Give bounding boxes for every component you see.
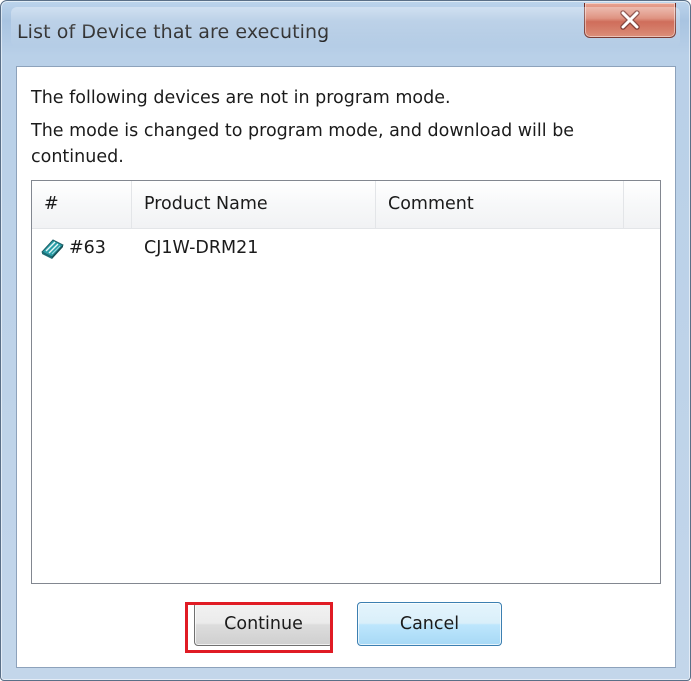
dialog-title: List of Device that are executing	[17, 21, 330, 43]
column-header-number[interactable]: #	[32, 181, 132, 228]
message-line-2: The mode is changed to program mode, and…	[31, 121, 575, 167]
close-x-icon	[620, 10, 640, 30]
row-number: #63	[69, 238, 106, 258]
cancel-button[interactable]: Cancel	[357, 602, 502, 646]
device-module-icon	[40, 237, 66, 264]
column-header-product-name[interactable]: Product Name	[132, 181, 376, 228]
dialog-window: List of Device that are executing The fo…	[0, 0, 691, 681]
device-list[interactable]: # Product Name Comment #63 CJ1W-DRM21	[31, 180, 661, 584]
table-row[interactable]: #63 CJ1W-DRM21	[32, 229, 660, 267]
column-header-comment[interactable]: Comment	[376, 181, 624, 228]
close-button[interactable]	[584, 3, 676, 38]
column-header-filler	[624, 181, 660, 228]
row-product-name: CJ1W-DRM21	[144, 238, 259, 258]
dialog-client-area: The following devices are not in program…	[16, 66, 676, 668]
list-header: # Product Name Comment	[32, 181, 660, 229]
continue-button[interactable]: Continue	[194, 602, 333, 646]
message-line-1: The following devices are not in program…	[31, 88, 451, 108]
